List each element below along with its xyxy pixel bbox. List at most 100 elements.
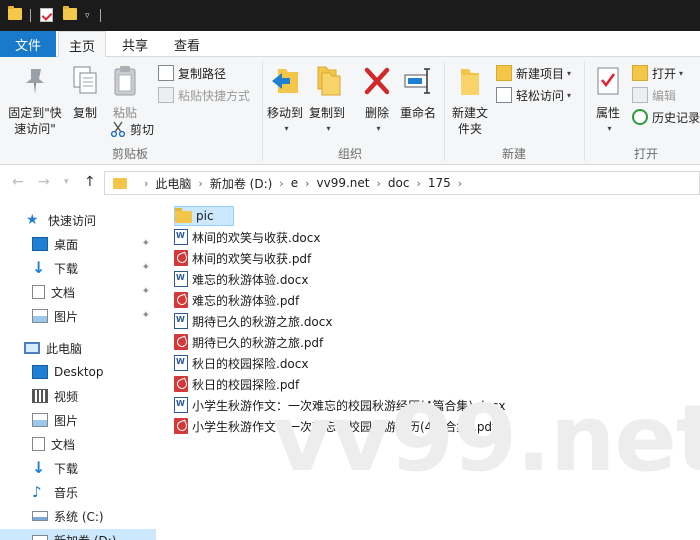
new-folder-quick-icon[interactable] [63,6,77,20]
breadcrumb-item[interactable]: vv99.net [317,176,370,190]
rename-label: 重命名 [399,106,436,120]
move-to-label: 移动到 [266,106,303,120]
document-icon [32,285,45,299]
customize-toolbar-icon[interactable]: ▿ [85,11,90,21]
sidebar-item-pc-downloads[interactable]: ↓ 下载 [0,457,156,479]
list-item[interactable]: 林间的欢笑与收获.docx [174,227,320,247]
list-item[interactable]: pic [174,206,234,226]
history-button[interactable]: 历史记录 [632,107,700,127]
sidebar-item-pc-desktop[interactable]: Desktop [0,361,156,383]
sidebar-item-label: 桌面 [54,237,79,252]
organize-group-label: 组织 [337,147,362,161]
desktop-icon [32,237,48,251]
word-document-icon [174,355,188,371]
folder-icon [113,177,127,189]
breadcrumb[interactable]: › 此电脑 › 新加卷 (D:) › e › vv99.net › doc › … [104,171,700,195]
folder-icon [175,208,192,223]
breadcrumb-item[interactable]: 此电脑 [155,175,191,192]
breadcrumb-separator-icon[interactable]: › [376,177,380,190]
breadcrumb-separator-icon[interactable]: › [416,177,420,190]
list-item[interactable]: 难忘的秋游体验.pdf [174,290,299,310]
file-list: pic 林间的欢笑与收获.docx 林间的欢笑与收获.pdf 难忘的秋游体验.d… [156,199,700,540]
new-item-icon [496,65,512,81]
list-item[interactable]: 小学生秋游作文：一次难忘的校园秋游经历(4篇合集).docx [174,395,505,415]
move-to-button[interactable]: 移动到 ▾ [264,65,306,137]
sidebar-item-label: 音乐 [54,485,79,500]
tab-home[interactable]: 主页 [58,31,106,58]
back-arrow-icon[interactable]: ← [12,174,24,190]
move-to-icon [272,69,298,93]
copy-label: 复制 [72,106,97,120]
pin-to-quick-access-button[interactable]: 固定到"快速访问" [4,65,66,137]
properties-button[interactable]: 属性 ▾ [588,65,628,137]
cut-button[interactable]: 剪切 [110,119,154,139]
list-item[interactable]: 难忘的秋游体验.docx [174,269,308,289]
chevron-down-icon: ▾ [284,124,289,133]
breadcrumb-separator-icon[interactable]: › [198,177,202,190]
breadcrumb-separator-icon[interactable]: › [144,177,148,190]
breadcrumb-separator-icon[interactable]: › [279,177,283,190]
forward-arrow-icon[interactable]: → [38,174,50,190]
list-item[interactable]: 期待已久的秋游之旅.pdf [174,332,323,352]
history-icon [632,109,648,125]
list-item[interactable]: 小学生秋游作文：一次难忘的校园秋游经历(4篇合集).pdf [174,416,496,436]
music-note-icon: ♪ [32,483,42,501]
breadcrumb-separator-icon[interactable]: › [305,177,309,190]
sidebar-item-desktop[interactable]: 桌面 ✦ [0,233,156,255]
sidebar-item-music[interactable]: ♪ 音乐 [0,481,156,503]
list-item[interactable]: 秋日的校园探险.docx [174,353,308,373]
list-item[interactable]: 秋日的校园探险.pdf [174,374,299,394]
new-group-label: 新建 [501,147,526,161]
group-divider [262,61,263,161]
sidebar-item-label: 下载 [54,261,79,276]
properties-quick-icon[interactable] [40,8,53,22]
new-folder-button[interactable]: 新建文件夹 [446,65,494,137]
breadcrumb-separator-icon[interactable]: › [458,177,462,190]
paste-button[interactable]: 粘贴 [106,65,144,121]
edit-button[interactable]: 编辑 [632,85,676,105]
ribbon: 固定到"快速访问" 复制 粘贴 复制路径 粘贴快捷方式 剪切 剪贴板 移动到 ▾… [0,57,700,165]
sidebar-item-pc-documents[interactable]: 文档 [0,433,156,455]
pin-icon[interactable]: ✦ [142,262,150,273]
sidebar-item-drive-c[interactable]: 系统 (C:) [0,505,156,527]
sidebar-item-label: 系统 (C:) [54,509,104,524]
pin-icon[interactable]: ✦ [142,310,150,321]
up-arrow-icon[interactable]: ↑ [84,174,96,190]
breadcrumb-item[interactable]: 新加卷 (D:) [210,175,272,192]
chevron-down-icon: ▾ [567,90,572,100]
sidebar-item-pc-pictures[interactable]: 图片 [0,409,156,431]
copy-button[interactable]: 复制 [66,65,104,121]
copy-to-label: 复制到 [308,106,345,120]
sidebar-item-pictures[interactable]: 图片 ✦ [0,305,156,327]
sidebar-item-this-pc[interactable]: 此电脑 [0,337,156,359]
list-item[interactable]: 期待已久的秋游之旅.docx [174,311,332,331]
breadcrumb-item[interactable]: 175 [428,176,451,190]
tab-file[interactable]: 文件 [0,31,56,57]
copy-path-button[interactable]: 复制路径 [158,63,226,83]
sidebar-item-label: 此电脑 [46,341,83,356]
paste-shortcut-button[interactable]: 粘贴快捷方式 [158,85,250,105]
new-item-button[interactable]: 新建项目 ▾ [496,63,571,83]
pin-icon[interactable]: ✦ [142,238,150,249]
delete-button[interactable]: 删除 ▾ [358,65,396,137]
sidebar-item-documents[interactable]: 文档 ✦ [0,281,156,303]
sidebar-item-videos[interactable]: 视频 [0,385,156,407]
toolbar-divider [30,9,31,22]
sidebar-item-downloads[interactable]: ↓ 下载 ✦ [0,257,156,279]
copy-to-button[interactable]: 复制到 ▾ [306,65,348,137]
sidebar-item-drive-d[interactable]: 新加卷 (D:) [0,529,156,540]
pin-icon[interactable]: ✦ [142,286,150,297]
rename-button[interactable]: 重命名 [396,65,440,121]
tab-share[interactable]: 共享 [112,31,158,57]
sidebar-item-quick-access[interactable]: ★ 快速访问 [0,209,156,231]
breadcrumb-item[interactable]: doc [388,176,410,190]
recent-locations-chevron-icon[interactable]: ▾ [64,177,69,187]
easy-access-button[interactable]: 轻松访问 ▾ [496,85,571,105]
sidebar-item-label: Desktop [54,365,104,379]
breadcrumb-item[interactable]: e [291,176,298,190]
open-button[interactable]: 打开 ▾ [632,63,683,83]
list-item[interactable]: 林间的欢笑与收获.pdf [174,248,311,268]
chevron-down-icon: ▾ [679,68,684,78]
easy-access-icon [496,87,512,103]
tab-view[interactable]: 查看 [164,31,210,57]
